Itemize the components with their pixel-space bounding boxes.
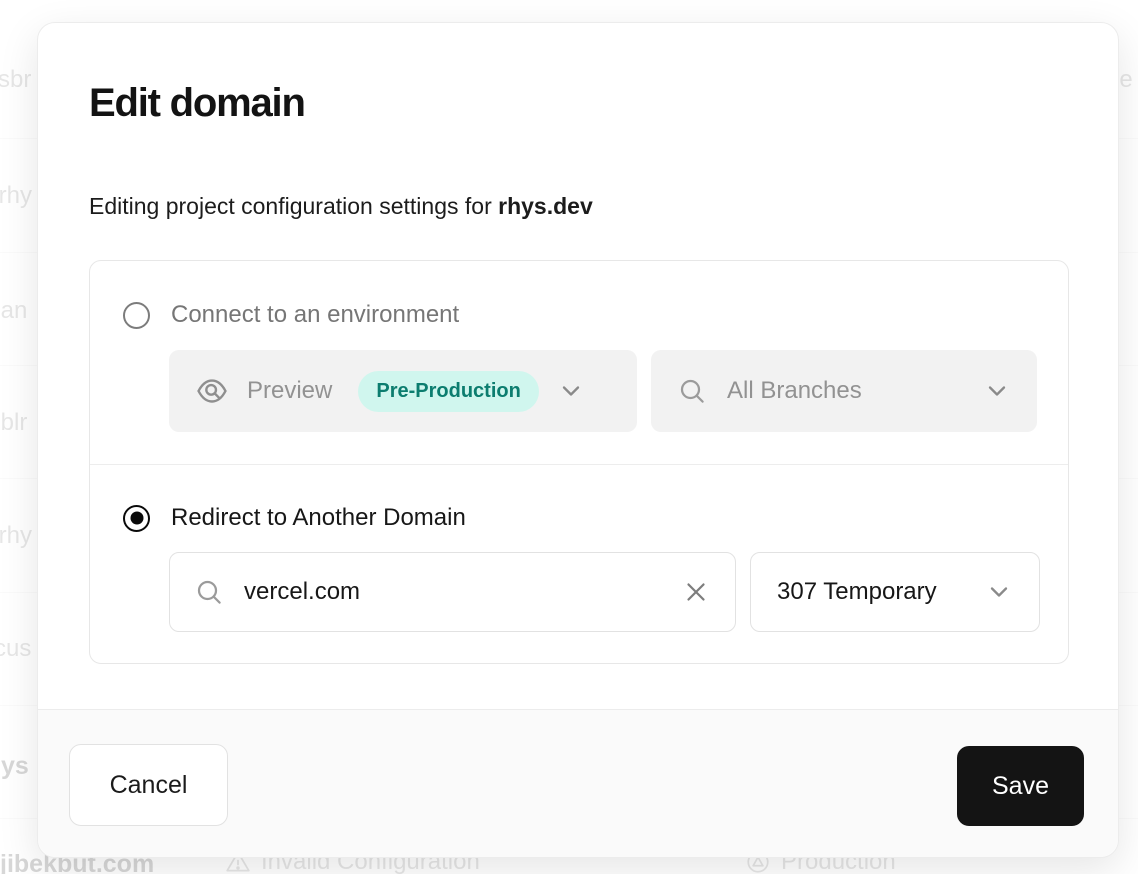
environment-select-value: Preview bbox=[247, 377, 332, 405]
search-icon bbox=[194, 577, 224, 607]
redirect-status-select[interactable]: 307 Temporary bbox=[750, 552, 1040, 632]
chevron-down-icon bbox=[983, 377, 1011, 405]
preview-eye-icon bbox=[195, 374, 229, 408]
search-icon bbox=[677, 376, 707, 406]
card-divider bbox=[90, 464, 1068, 465]
radio-connect-environment[interactable] bbox=[123, 302, 150, 329]
cancel-button[interactable]: Cancel bbox=[69, 744, 228, 826]
save-button[interactable]: Save bbox=[957, 746, 1084, 826]
clear-input-icon[interactable] bbox=[681, 577, 711, 607]
option-redirect-domain[interactable]: Redirect to Another Domain bbox=[123, 504, 466, 532]
redirect-domain-input[interactable] bbox=[244, 578, 661, 606]
radio-redirect-domain[interactable] bbox=[123, 505, 150, 532]
pre-production-badge: Pre-Production bbox=[358, 371, 538, 412]
environment-select[interactable]: Preview Pre-Production bbox=[169, 350, 637, 432]
chevron-down-icon bbox=[985, 578, 1013, 606]
connect-environment-label: Connect to an environment bbox=[171, 301, 459, 329]
modal-title: Edit domain bbox=[89, 81, 305, 126]
option-connect-environment[interactable]: Connect to an environment bbox=[123, 301, 459, 329]
subtitle-text: Editing project configuration settings f… bbox=[89, 193, 498, 219]
modal-footer: Cancel Save bbox=[38, 709, 1118, 857]
redirect-status-value: 307 Temporary bbox=[777, 578, 937, 606]
edit-domain-modal: Edit domain Editing project configuratio… bbox=[37, 22, 1119, 858]
branch-select-value: All Branches bbox=[727, 377, 862, 405]
redirect-domain-input-wrap bbox=[169, 552, 736, 632]
subtitle-domain: rhys.dev bbox=[498, 193, 593, 219]
redirect-options-card: Connect to an environment Preview Pre-Pr… bbox=[89, 260, 1069, 664]
branch-select[interactable]: All Branches bbox=[651, 350, 1037, 432]
chevron-down-icon bbox=[557, 377, 585, 405]
redirect-domain-label: Redirect to Another Domain bbox=[171, 504, 466, 532]
modal-subtitle: Editing project configuration settings f… bbox=[89, 193, 593, 220]
